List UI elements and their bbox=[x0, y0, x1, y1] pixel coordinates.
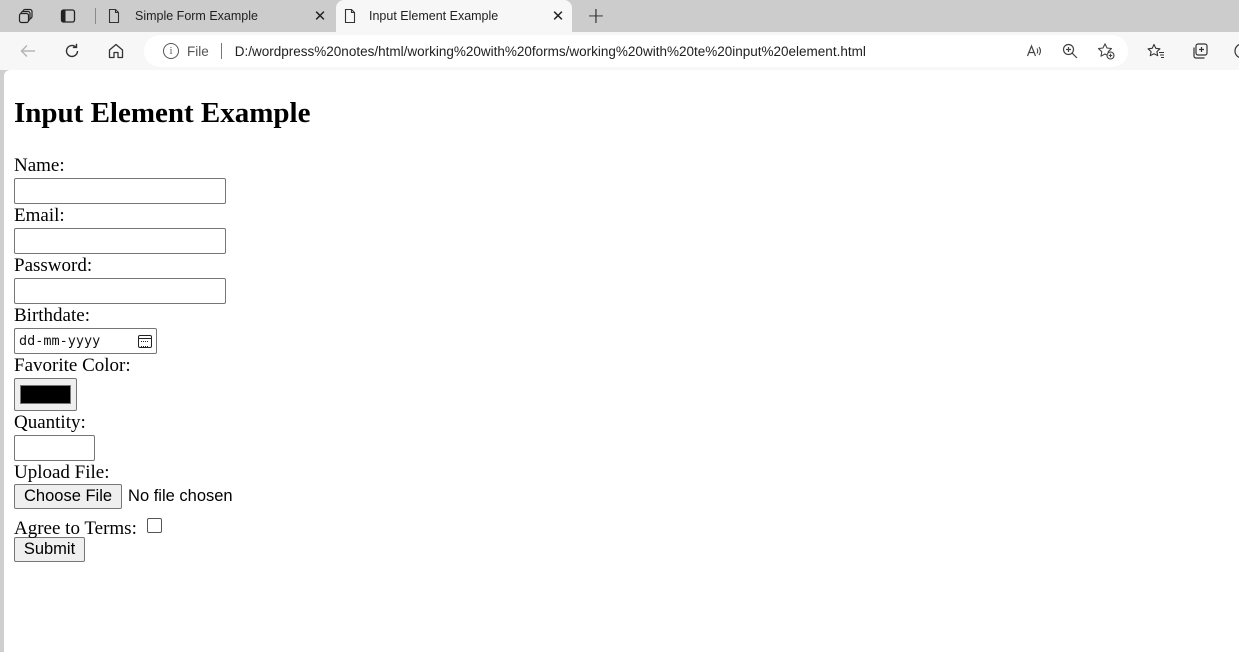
home-icon[interactable] bbox=[102, 37, 130, 65]
password-input[interactable] bbox=[14, 278, 226, 304]
profile-icon[interactable] bbox=[1228, 37, 1239, 65]
info-icon[interactable]: i bbox=[163, 43, 179, 59]
calendar-icon[interactable] bbox=[138, 334, 152, 348]
tab-separator bbox=[95, 8, 96, 24]
quantity-label: Quantity: bbox=[14, 412, 86, 433]
tab-input-element[interactable]: Input Element Example ✕ bbox=[336, 0, 572, 32]
new-tab-icon[interactable]: + bbox=[582, 4, 610, 29]
page-icon bbox=[344, 8, 356, 24]
read-aloud-icon[interactable] bbox=[1020, 37, 1048, 65]
email-input[interactable] bbox=[14, 228, 226, 254]
email-label: Email: bbox=[14, 205, 65, 226]
birthdate-label: Birthdate: bbox=[14, 305, 90, 326]
quantity-input[interactable] bbox=[14, 435, 95, 461]
add-favorite-icon[interactable] bbox=[1092, 37, 1120, 65]
address-scheme: File bbox=[187, 43, 209, 59]
address-divider bbox=[220, 43, 222, 59]
zoom-icon[interactable] bbox=[1056, 37, 1084, 65]
page-title: Input Element Example bbox=[14, 97, 311, 129]
agree-row: Agree to Terms: bbox=[14, 514, 233, 539]
address-url[interactable]: D:/wordpress%20notes/html/working%20with… bbox=[235, 44, 1020, 59]
tab-simple-form[interactable]: Simple Form Example ✕ bbox=[98, 0, 334, 32]
agree-label: Agree to Terms: bbox=[14, 518, 137, 539]
file-status: No file chosen bbox=[128, 487, 233, 505]
submit-button[interactable]: Submit bbox=[14, 537, 85, 562]
favorites-icon[interactable] bbox=[1142, 37, 1170, 65]
color-swatch bbox=[20, 385, 71, 404]
choose-file-button[interactable]: Choose File bbox=[14, 484, 123, 509]
tab-title: Input Element Example bbox=[369, 9, 499, 23]
browser-toolbar: i File D:/wordpress%20notes/html/working… bbox=[0, 32, 1239, 70]
password-label: Password: bbox=[14, 255, 93, 276]
upload-label: Upload File: bbox=[14, 462, 110, 483]
back-arrow-icon[interactable] bbox=[14, 37, 42, 65]
color-picker[interactable] bbox=[14, 378, 77, 411]
input-form: Name: Email: Password: Birthdate: dd-mm-… bbox=[14, 156, 233, 562]
collections-icon[interactable] bbox=[1186, 37, 1214, 65]
address-bar[interactable]: i File D:/wordpress%20notes/html/working… bbox=[144, 35, 1128, 67]
tab-strip: Simple Form Example ✕ Input Element Exam… bbox=[0, 0, 1239, 32]
name-input[interactable] bbox=[14, 178, 226, 204]
color-label: Favorite Color: bbox=[14, 355, 131, 376]
name-label: Name: bbox=[14, 155, 65, 176]
close-tab-icon[interactable]: ✕ bbox=[310, 6, 330, 26]
birthdate-input[interactable]: dd-mm-yyyy bbox=[14, 328, 157, 354]
birthdate-placeholder: dd-mm-yyyy bbox=[19, 333, 101, 349]
close-tab-icon[interactable]: ✕ bbox=[548, 6, 568, 26]
tab-title: Simple Form Example bbox=[135, 9, 258, 23]
page-content: Input Element Example Name: Email: Passw… bbox=[4, 70, 1239, 652]
refresh-icon[interactable] bbox=[58, 37, 86, 65]
file-upload: Choose File No file chosen bbox=[14, 483, 233, 510]
workspaces-icon[interactable] bbox=[12, 4, 40, 28]
page-icon bbox=[108, 8, 120, 24]
agree-checkbox[interactable] bbox=[146, 518, 162, 533]
tab-actions-icon[interactable] bbox=[54, 4, 82, 28]
